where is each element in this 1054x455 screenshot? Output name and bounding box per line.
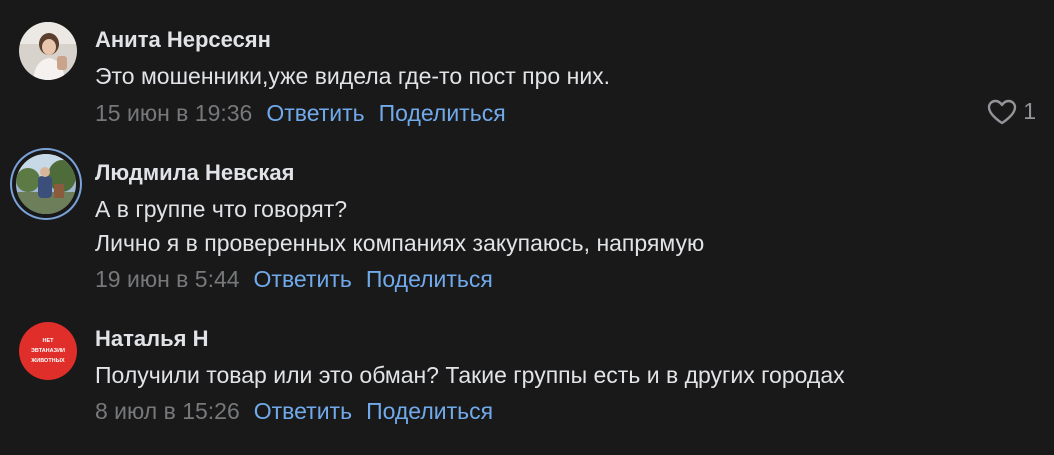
comment-date[interactable]: 15 июн в 19:36 (95, 100, 252, 126)
photo-avatar-icon (16, 154, 76, 214)
comment-meta: 15 июн в 19:36 Ответить Поделиться (95, 100, 520, 127)
like-button[interactable]: 1 (987, 98, 1036, 125)
red-badge-avatar-icon: НЕТ ЭВТАНАЗИИ ЖИВОТНЫХ (19, 322, 77, 380)
comment-author[interactable]: Анита Нерсесян (95, 27, 271, 53)
comment-author[interactable]: Наталья Н (95, 326, 208, 352)
comment-text: Лично я в проверенных компаниях закупаюс… (95, 230, 705, 256)
comment-date[interactable]: 8 июл в 15:26 (95, 398, 240, 424)
avatar-text: НЕТ (43, 338, 55, 344)
avatar-text: ЭВТАНАЗИИ (31, 348, 65, 354)
heart-icon (988, 99, 1017, 124)
comment-date[interactable]: 19 июн в 5:44 (95, 266, 240, 292)
avatar[interactable] (12, 150, 80, 218)
share-link[interactable]: Поделиться (379, 100, 506, 126)
avatar-text: ЖИВОТНЫХ (30, 358, 65, 364)
share-link[interactable]: Поделиться (366, 266, 493, 292)
reply-link[interactable]: Ответить (254, 398, 352, 424)
like-count: 1 (1023, 98, 1036, 124)
comment-meta: 19 июн в 5:44 Ответить Поделиться (95, 266, 507, 293)
photo-avatar-icon (19, 22, 77, 80)
comment-text: Это мошенники,уже видела где-то пост про… (95, 63, 611, 89)
reply-link[interactable]: Ответить (266, 100, 364, 126)
avatar[interactable]: НЕТ ЭВТАНАЗИИ ЖИВОТНЫХ (19, 322, 77, 380)
reply-link[interactable]: Ответить (254, 266, 352, 292)
share-link[interactable]: Поделиться (366, 398, 493, 424)
comment-text: А в группе что говорят? (95, 196, 348, 222)
avatar[interactable] (19, 22, 77, 80)
comment-meta: 8 июл в 15:26 Ответить Поделиться (95, 398, 507, 425)
comment-text: Получили товар или это обман? Такие груп… (95, 362, 845, 388)
comments-list: Анита Нерсесян Это мошенники,уже видела … (0, 0, 1054, 455)
comment-author[interactable]: Людмила Невская (95, 160, 294, 186)
